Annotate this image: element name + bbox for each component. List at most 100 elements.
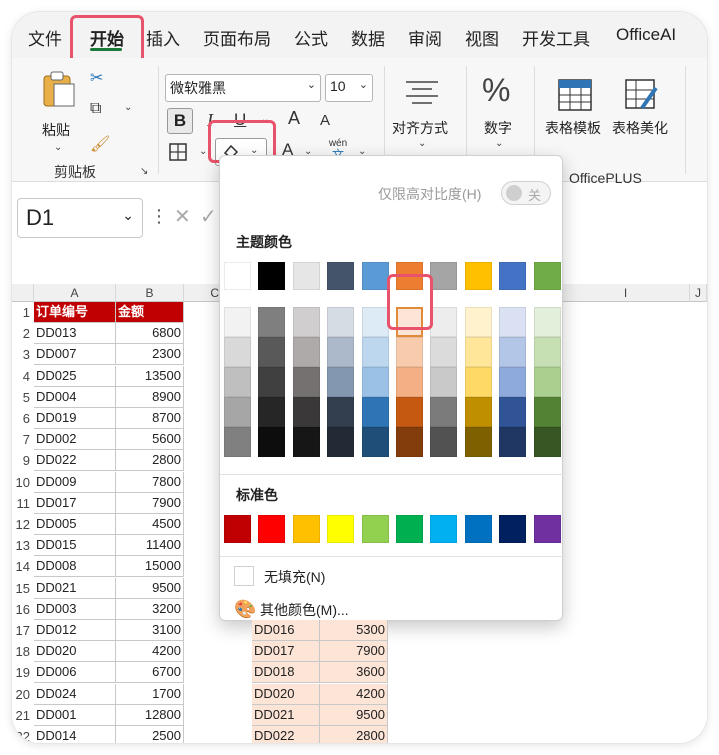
theme-shade-swatch[interactable] [533, 397, 561, 427]
theme-shade-swatch[interactable] [533, 367, 561, 397]
standard-color-swatch[interactable] [258, 515, 286, 543]
theme-shade-swatch[interactable] [464, 397, 492, 427]
row-number[interactable]: 10 [12, 472, 34, 493]
cell-order-id[interactable]: DD004 [34, 386, 116, 408]
cell-amount[interactable]: 2500 [116, 726, 184, 743]
theme-shade-swatch[interactable] [327, 337, 355, 367]
theme-color-swatch[interactable] [361, 262, 389, 290]
shrink-font-button[interactable]: A [320, 112, 330, 129]
theme-shade-swatch[interactable] [292, 337, 320, 367]
cell-amount[interactable]: 13500 [116, 365, 184, 387]
row-number[interactable]: 15 [12, 578, 34, 599]
high-contrast-toggle[interactable]: 关 [501, 181, 551, 205]
theme-shade-swatch[interactable] [292, 427, 320, 457]
theme-shade-swatch[interactable] [464, 427, 492, 457]
cell-amount[interactable]: 8700 [116, 408, 184, 429]
theme-shade-swatch[interactable] [361, 337, 389, 367]
row-number[interactable]: 19 [12, 662, 34, 683]
cell-amount[interactable]: 5300 [320, 620, 388, 641]
theme-shade-swatch[interactable] [361, 307, 389, 337]
row-number[interactable]: 7 [12, 429, 34, 450]
cell-order-id[interactable]: DD012 [34, 620, 116, 641]
cell-amount[interactable]: 5600 [116, 429, 184, 451]
cell-amount[interactable]: 8900 [116, 386, 184, 408]
header-cell-amount[interactable]: 金额 [116, 302, 184, 323]
cell-amount[interactable]: 2800 [320, 726, 388, 743]
cell-amount[interactable]: 7800 [116, 471, 184, 493]
cancel-icon[interactable]: ✕ [174, 204, 191, 229]
standard-color-swatch[interactable] [327, 515, 355, 543]
cell-amount[interactable]: 9500 [116, 577, 184, 599]
theme-shade-swatch[interactable] [499, 307, 527, 337]
standard-color-swatch[interactable] [224, 515, 251, 543]
theme-shade-swatch[interactable] [258, 367, 286, 397]
theme-shade-swatch[interactable] [430, 397, 458, 427]
cell-order-id[interactable]: DD017 [252, 641, 320, 663]
row-number[interactable]: 21 [12, 705, 34, 726]
cell-order-id[interactable]: DD009 [34, 471, 116, 493]
cell-amount[interactable]: 2800 [116, 450, 184, 472]
cell-amount[interactable]: 11400 [116, 535, 184, 557]
theme-shade-swatch[interactable] [292, 367, 320, 397]
theme-shade-swatch[interactable] [396, 367, 423, 397]
cell-order-id[interactable]: DD002 [34, 429, 116, 451]
theme-shade-swatch[interactable] [533, 337, 561, 367]
theme-shade-swatch[interactable] [327, 307, 355, 337]
theme-shade-swatch[interactable] [292, 397, 320, 427]
cell-amount[interactable]: 2300 [116, 344, 184, 366]
theme-shade-swatch[interactable] [396, 427, 423, 457]
row-number[interactable]: 4 [12, 366, 34, 387]
row-number[interactable]: 9 [12, 450, 34, 471]
cell-amount[interactable]: 3600 [320, 662, 388, 684]
copy-chevron-icon[interactable]: ⌄ [124, 102, 132, 113]
row-number[interactable]: 12 [12, 514, 34, 535]
font-name-combo[interactable]: 微软雅黑 ⌄ [165, 74, 321, 102]
theme-color-swatch[interactable] [464, 262, 492, 290]
column-header-c[interactable]: C [184, 284, 224, 302]
theme-shade-swatch[interactable] [430, 307, 458, 337]
theme-color-swatch[interactable] [292, 262, 320, 290]
row-number[interactable]: 13 [12, 535, 34, 556]
cell-order-id[interactable]: DD006 [34, 662, 116, 684]
cell-amount[interactable]: 3100 [116, 620, 184, 641]
standard-color-swatch[interactable] [361, 515, 389, 543]
borders-icon[interactable] [168, 142, 188, 162]
cell-amount[interactable]: 6800 [116, 323, 184, 345]
tab-insert[interactable]: 插入 [146, 25, 180, 50]
paste-label[interactable]: 粘贴 [42, 120, 70, 140]
tab-developer[interactable]: 开发工具 [522, 25, 590, 50]
theme-shade-swatch[interactable] [464, 307, 492, 337]
theme-shade-swatch[interactable] [224, 367, 251, 397]
cell-order-id[interactable]: DD005 [34, 514, 116, 535]
cell-order-id[interactable]: DD024 [34, 683, 116, 705]
cell-order-id[interactable]: DD016 [252, 620, 320, 641]
cell-amount[interactable]: 7900 [116, 492, 184, 514]
cell-amount[interactable]: 12800 [116, 704, 184, 726]
theme-shade-swatch[interactable] [224, 307, 251, 337]
cell-order-id[interactable]: DD021 [252, 704, 320, 726]
theme-shade-swatch[interactable] [464, 337, 492, 367]
cell-order-id[interactable]: DD015 [34, 535, 116, 557]
cell-order-id[interactable]: DD013 [34, 323, 116, 345]
theme-shade-swatch[interactable] [396, 397, 423, 427]
align-icon[interactable] [402, 78, 442, 108]
theme-shade-swatch[interactable] [533, 307, 561, 337]
theme-shade-swatch[interactable] [361, 397, 389, 427]
cell-order-id[interactable]: DD008 [34, 556, 116, 578]
row-number[interactable]: 6 [12, 408, 34, 429]
theme-shade-swatch[interactable] [430, 337, 458, 367]
theme-shade-swatch[interactable] [224, 427, 251, 457]
cell-amount[interactable]: 7900 [320, 641, 388, 663]
cell-order-id[interactable]: DD020 [252, 683, 320, 705]
table-template-icon[interactable] [557, 78, 593, 112]
cell-amount[interactable]: 4500 [116, 514, 184, 535]
standard-color-swatch[interactable] [396, 515, 423, 543]
row-number[interactable]: 18 [12, 641, 34, 662]
cell-order-id[interactable]: DD018 [252, 662, 320, 684]
grow-font-button[interactable]: A [288, 108, 300, 129]
theme-shade-swatch[interactable] [430, 367, 458, 397]
theme-shade-swatch[interactable] [499, 427, 527, 457]
row-number[interactable]: 1 [12, 302, 34, 323]
theme-shade-swatch[interactable] [499, 397, 527, 427]
format-painter-icon[interactable]: 🖌 [90, 134, 110, 154]
